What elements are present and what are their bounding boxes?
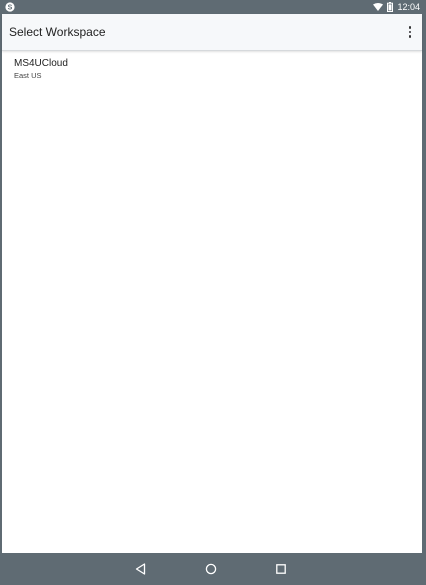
workspace-item[interactable]: MS4UCloud East US <box>2 51 422 85</box>
wifi-icon <box>373 3 384 11</box>
app-screen: Select Workspace MS4UCloud East US <box>2 14 422 553</box>
svg-text:S: S <box>8 5 13 12</box>
home-icon[interactable] <box>201 559 221 579</box>
skype-icon: S <box>5 2 15 12</box>
status-bar: S 12:04 <box>0 0 426 14</box>
status-icons: 12:04 <box>373 0 420 14</box>
overflow-menu-icon[interactable] <box>404 23 416 41</box>
navigation-bar <box>0 553 426 585</box>
status-time: 12:04 <box>397 2 420 12</box>
app-bar: Select Workspace <box>2 14 422 51</box>
menu-dot <box>408 35 412 38</box>
battery-icon <box>387 2 394 12</box>
menu-dot <box>408 26 412 29</box>
workspace-list: MS4UCloud East US <box>2 51 422 85</box>
menu-dot <box>408 30 412 34</box>
workspace-name: MS4UCloud <box>14 58 68 69</box>
recents-icon[interactable] <box>271 559 291 579</box>
back-icon[interactable] <box>131 559 151 579</box>
workspace-region: East US <box>14 71 42 80</box>
page-title: Select Workspace <box>9 25 106 39</box>
